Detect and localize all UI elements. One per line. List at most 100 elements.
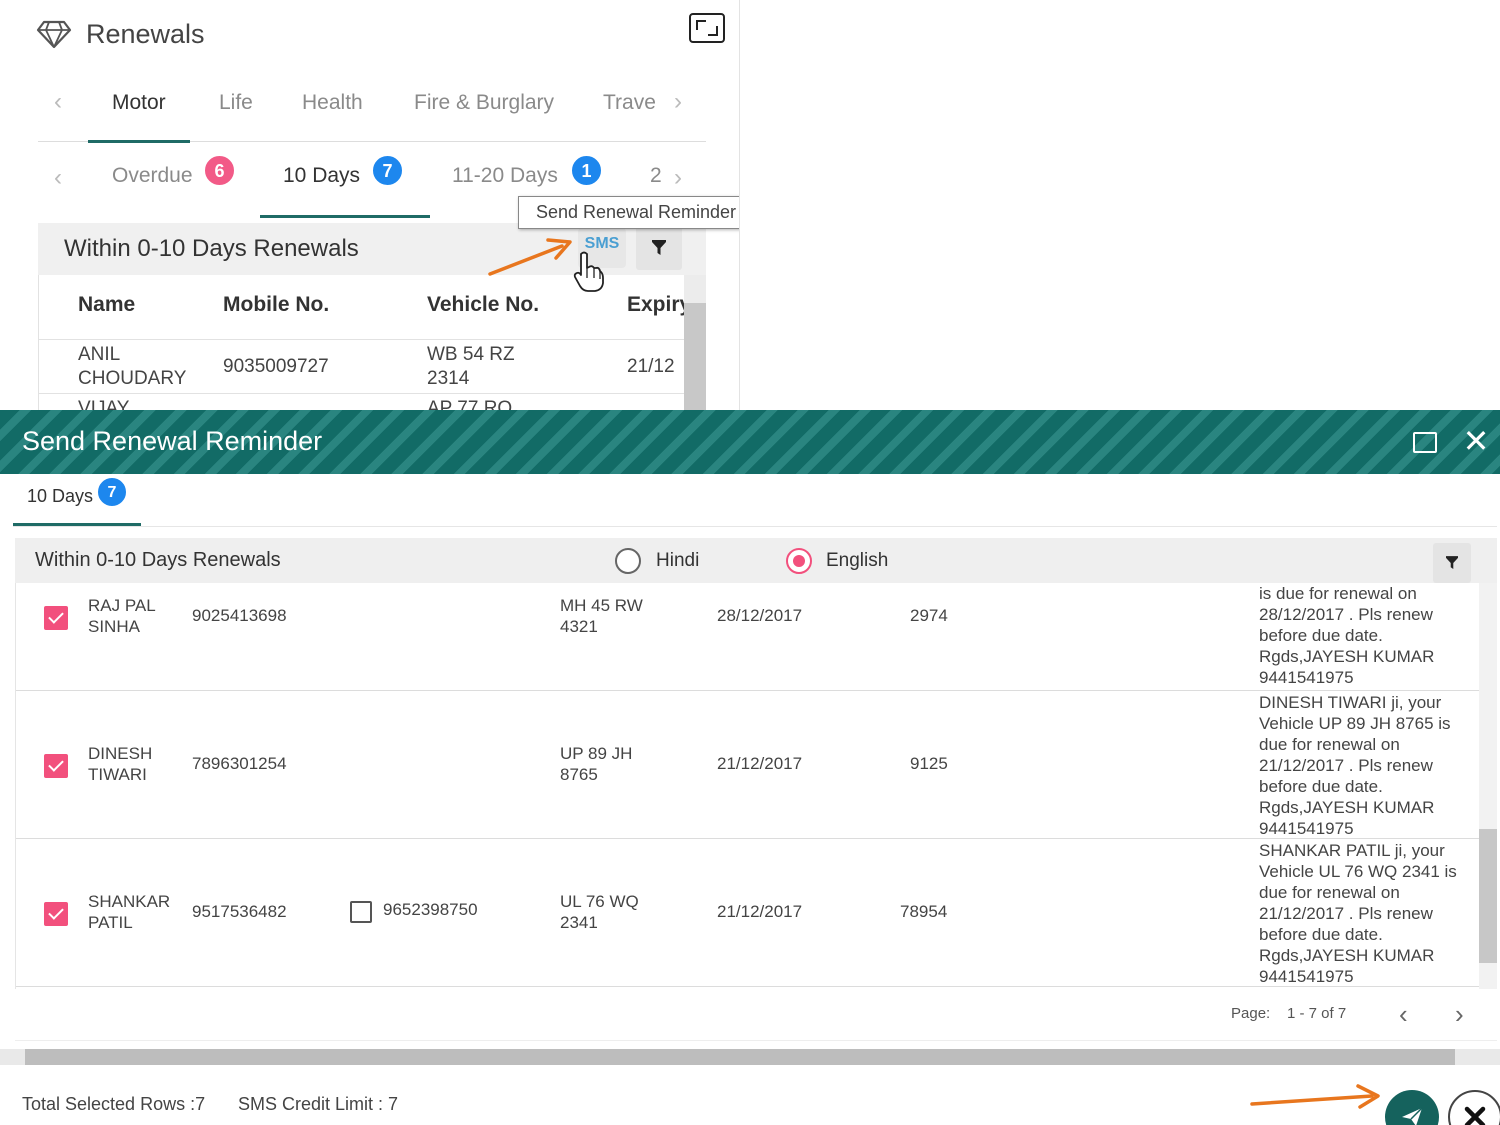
10-days-count-badge: 7 [371, 154, 404, 187]
diamond-icon [36, 20, 72, 49]
row-checkbox[interactable] [44, 606, 68, 630]
screen: Renewals ‹ Motor Life Health Fire & Burg… [0, 0, 1500, 1125]
table-cell-mobile: 9035009727 [223, 356, 329, 377]
chevron-right-icon[interactable]: › [674, 164, 682, 192]
tab-next-partial[interactable]: 2 [650, 164, 662, 188]
header-divider [39, 339, 684, 340]
filter-icon [1446, 556, 1458, 569]
modal-footer: Total Selected Rows :7 SMS Credit Limit … [0, 1065, 1500, 1125]
tab-overdue[interactable]: Overdue [112, 164, 193, 188]
scrollbar-thumb[interactable] [25, 1049, 1455, 1065]
table-cell-vehicle: WB 54 RZ 2314 [427, 344, 515, 389]
chevron-right-icon[interactable]: › [1455, 999, 1464, 1030]
table-cell-message: DINESH TIWARI ji, your Vehicle UP 89 JH … [1259, 693, 1451, 838]
table-cell-mobile: 9025413698 [192, 606, 287, 625]
table-cell-name: SHANKAR PATIL [88, 892, 171, 932]
table-cell-name: RAJ PAL SINHA [88, 596, 156, 636]
annotation-arrow-icon [1250, 1084, 1380, 1109]
filter-button[interactable] [636, 226, 682, 270]
section-title: Within 0-10 Days Renewals [35, 549, 281, 571]
column-header-expiry: Expiry [627, 293, 684, 316]
tab-travel[interactable]: Trave [603, 78, 657, 142]
table-cell-expiry: 21/12 [627, 356, 675, 377]
column-header-mobile: Mobile No. [223, 293, 330, 316]
table-cell-premium: 2974 [910, 606, 948, 625]
hindi-radio-label: Hindi [656, 550, 700, 571]
renewals-widget: Renewals ‹ Motor Life Health Fire & Burg… [0, 0, 740, 410]
table-row: SHANKAR PATIL 9517536482 9652398750 UL 7… [16, 839, 1479, 987]
cancel-button[interactable] [1448, 1090, 1500, 1125]
send-icon [1402, 1107, 1423, 1125]
close-icon[interactable]: ✕ [1461, 425, 1491, 457]
fullscreen-icon[interactable] [689, 13, 725, 43]
send-button[interactable] [1385, 1090, 1439, 1125]
table-cell-message: is due for renewal on 28/12/2017 . Pls r… [1259, 584, 1435, 687]
table-row: DINESH TIWARI 7896301254 UP 89 JH 8765 2… [16, 691, 1479, 839]
row-checkbox[interactable] [44, 754, 68, 778]
table-horizontal-scrollbar[interactable] [0, 1049, 1500, 1065]
table-cell-vehicle: MH 45 RW 4321 [560, 596, 643, 636]
reminder-table: RAJ PAL SINHA 9025413698 MH 45 RW 4321 2… [15, 583, 1479, 989]
total-selected-rows: Total Selected Rows :7 [22, 1094, 206, 1114]
table-cell-expiry: 21/12/2017 [717, 902, 803, 921]
table-cell-vehicle: UL 76 WQ 2341 [560, 892, 639, 932]
modal-title: Send Renewal Reminder [22, 426, 323, 456]
section-title: Within 0-10 Days Renewals [64, 235, 359, 262]
active-tab-indicator [260, 215, 430, 218]
chevron-left-icon[interactable]: ‹ [54, 88, 62, 116]
table-cell-expiry: 28/12/2017 [717, 606, 803, 625]
column-header-name: Name [78, 293, 136, 316]
table-cell-vehicle: AP 77 RQ [427, 398, 513, 410]
renewals-table: Name Mobile No. Vehicle No. Expiry ANIL … [38, 275, 684, 410]
sms-button[interactable]: SMS [578, 228, 626, 268]
table-cell-premium: 9125 [910, 754, 948, 773]
pagination: Page: 1 - 7 of 7 ‹ › [15, 989, 1497, 1041]
table-cell-expiry: 21/12/2017 [717, 754, 803, 773]
widget-header: Renewals [36, 14, 205, 54]
send-reminder-tooltip: Send Renewal Reminder [518, 196, 739, 229]
tab-motor[interactable]: Motor [88, 78, 190, 143]
table-vertical-scrollbar[interactable] [1479, 583, 1497, 989]
sms-credit-limit: SMS Credit Limit : 7 [238, 1094, 399, 1114]
tab-10-days[interactable]: 10 Days [27, 486, 93, 507]
tab-life[interactable]: Life [219, 78, 253, 142]
column-header-vehicle: Vehicle No. [427, 293, 540, 316]
category-tabs: ‹ Motor Life Health Fire & Burglary Trav… [38, 78, 706, 143]
table-cell-name: VIJAY [78, 398, 130, 410]
filter-icon [652, 240, 666, 255]
maximize-icon[interactable] [1413, 432, 1437, 453]
table-cell-alt-mobile: 9652398750 [383, 900, 478, 919]
table-cell-vehicle: UP 89 JH 8765 [560, 744, 633, 784]
tab-11-20-days[interactable]: 11-20 Days [452, 164, 558, 188]
page-label: Page: [1231, 1005, 1271, 1022]
english-radio-label: English [826, 550, 889, 571]
tab-divider [13, 526, 1497, 527]
table-cell-premium: 78954 [900, 902, 948, 921]
tab-fire-burglary[interactable]: Fire & Burglary [414, 78, 554, 142]
table-cell-mobile: 9517536482 [192, 902, 287, 921]
english-radio[interactable] [786, 548, 812, 574]
table-scrollbar[interactable] [684, 275, 706, 410]
chevron-right-icon[interactable]: › [674, 88, 682, 116]
alt-mobile-checkbox[interactable] [350, 901, 372, 923]
cancel-icon [1464, 1106, 1486, 1125]
row-checkbox[interactable] [44, 902, 68, 926]
tab-10-days[interactable]: 10 Days [283, 164, 360, 188]
modal-section-header: Within 0-10 Days Renewals Hindi English [15, 538, 1497, 583]
table-cell-name: ANIL CHOUDARY [78, 344, 187, 389]
widget-title: Renewals [86, 18, 205, 49]
overdue-count-badge: 6 [203, 154, 236, 187]
scrollbar-thumb[interactable] [1479, 829, 1497, 963]
chevron-left-icon[interactable]: ‹ [54, 164, 62, 192]
chevron-left-icon[interactable]: ‹ [1399, 999, 1408, 1030]
hindi-radio[interactable] [615, 548, 641, 574]
filter-button[interactable] [1433, 543, 1471, 583]
table-cell-message: SHANKAR PATIL ji, your Vehicle UL 76 WQ … [1259, 841, 1457, 986]
11-20-days-count-badge: 1 [570, 154, 603, 187]
page-range: 1 - 7 of 7 [1287, 1005, 1347, 1022]
table-cell-mobile: 7896301254 [192, 754, 287, 773]
row-divider [39, 393, 684, 394]
tab-health[interactable]: Health [302, 78, 363, 142]
10-days-count-badge: 7 [96, 476, 128, 508]
send-reminder-modal: Send Renewal Reminder ✕ 10 Days 7 Within… [0, 410, 1500, 1125]
